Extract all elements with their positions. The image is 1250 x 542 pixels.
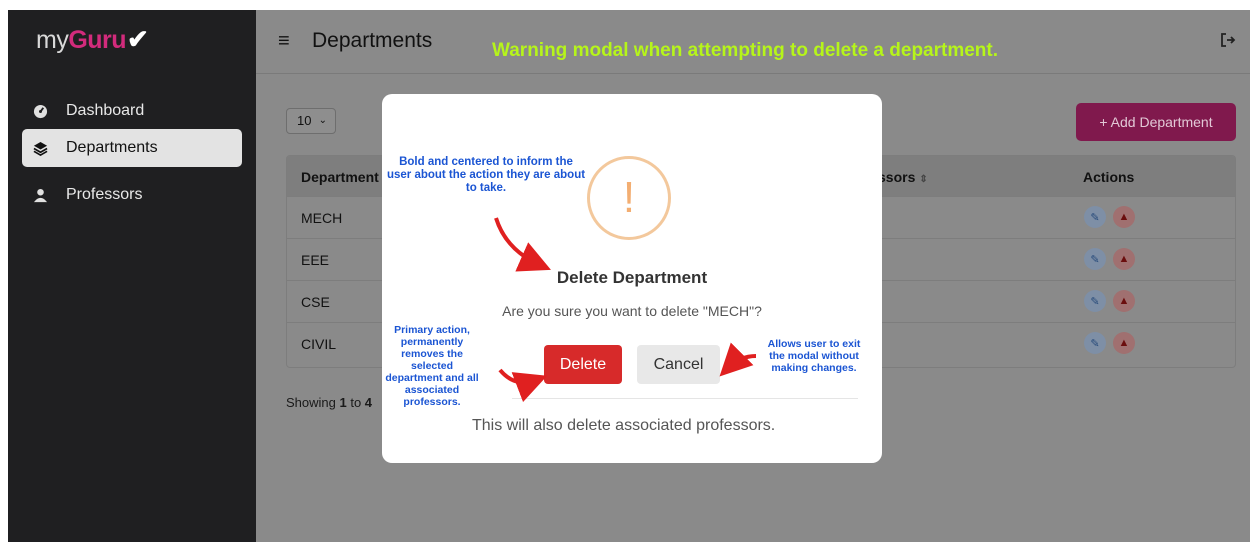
annotation-title-note: Bold and centered to inform the user abo… <box>386 156 586 194</box>
sidebar-item-dashboard[interactable]: Dashboard <box>22 92 242 130</box>
add-department-button[interactable]: + Add Department <box>1076 103 1236 141</box>
page-title: Departments <box>312 29 433 52</box>
column-header-department[interactable]: Department <box>301 169 379 185</box>
edit-icon[interactable]: ✎ <box>1084 332 1106 354</box>
department-name: MECH <box>301 210 343 226</box>
column-header-actions: Actions <box>1083 169 1135 185</box>
sidebar-item-label: Departments <box>66 139 158 156</box>
trash-icon[interactable]: ▲ <box>1113 332 1135 354</box>
user-icon <box>32 187 48 203</box>
trash-icon[interactable]: ▲ <box>1113 290 1135 312</box>
pagination-to: 4 <box>364 395 373 410</box>
top-bar: ≡ Departments Warning modal when attempt… <box>256 10 1250 74</box>
pagination-from: 1 <box>339 395 347 410</box>
page-size-value: 10 <box>297 113 312 128</box>
logo-check-icon: ✔ <box>127 24 149 54</box>
modal-message: Are you sure you want to delete "MECH"? <box>502 303 762 319</box>
sidebar-item-label: Dashboard <box>66 102 145 119</box>
pagination-info: Showing 1 to 4 <box>286 395 372 410</box>
edit-icon[interactable]: ✎ <box>1084 248 1106 270</box>
modal-title: Delete Department <box>556 268 708 287</box>
dashboard-icon <box>32 103 48 119</box>
logo-prefix: my <box>36 26 69 54</box>
annotation-delete-note: Primary action, permanently removes the … <box>385 324 479 408</box>
sidebar-item-departments[interactable]: Departments <box>22 129 242 167</box>
edit-icon[interactable]: ✎ <box>1084 206 1106 228</box>
sidebar-item-label: Professors <box>66 186 143 203</box>
modal-divider <box>512 398 858 399</box>
layers-icon <box>32 140 48 156</box>
chevron-down-icon: ⌄ <box>318 115 327 126</box>
pagination-text: to <box>346 395 365 410</box>
annotation-cancel-note: Allows user to exit the modal without ma… <box>767 338 861 374</box>
page-size-select[interactable]: 10 ⌄ <box>286 108 336 134</box>
app-logo[interactable]: myGuru✔ <box>36 24 149 55</box>
trash-icon[interactable]: ▲ <box>1113 248 1135 270</box>
edit-icon[interactable]: ✎ <box>1084 290 1106 312</box>
department-name: EEE <box>301 252 330 268</box>
screen-annotation: Warning modal when attempting to delete … <box>492 40 999 61</box>
department-name: CSE <box>301 294 330 310</box>
modal-footer-text: This will also delete associated profess… <box>472 417 776 434</box>
sort-icon: ⇕ <box>919 174 928 185</box>
sidebar-item-professors[interactable]: Professors <box>22 176 242 214</box>
delete-button[interactable]: Delete <box>544 345 622 384</box>
logout-icon[interactable] <box>1220 32 1236 53</box>
trash-icon[interactable]: ▲ <box>1113 206 1135 228</box>
pagination-text: Showing <box>286 395 340 410</box>
warning-icon: ! <box>587 156 671 240</box>
menu-icon[interactable]: ≡ <box>278 30 290 53</box>
logo-brand: Guru <box>68 26 127 54</box>
sidebar: myGuru✔ Dashboard Departments Professors <box>8 10 256 542</box>
department-name: CIVIL <box>301 336 337 352</box>
cancel-button[interactable]: Cancel <box>637 345 720 384</box>
